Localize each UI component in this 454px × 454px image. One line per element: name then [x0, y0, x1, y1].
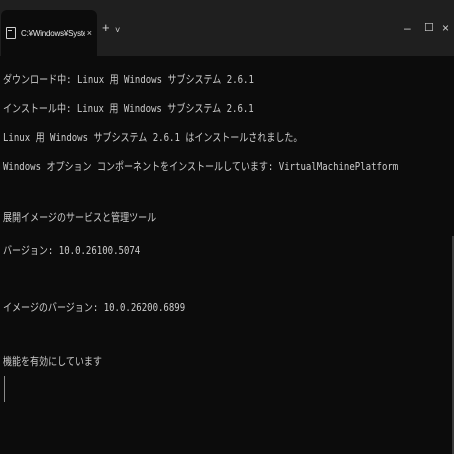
close-button[interactable]: ×	[442, 22, 449, 34]
terminal-line: ダウンロード中: Linux 用 Windows サブシステム 2.6.1	[3, 73, 254, 86]
terminal-line: Linux 用 Windows サブシステム 2.6.1 はインストールされまし…	[3, 131, 303, 144]
terminal-line: イメージのバージョン: 10.0.26200.6899	[3, 301, 186, 314]
terminal-line: バージョン: 10.0.26100.5074	[3, 244, 141, 257]
chevron-down-icon[interactable]: ˅	[115, 24, 120, 36]
terminal-output[interactable]: ダウンロード中: Linux 用 Windows サブシステム 2.6.1 イン…	[0, 56, 454, 454]
terminal-line: Windows オプション コンポーネントをインストールしています: Virtu…	[3, 160, 399, 173]
new-tab-button[interactable]: +	[102, 21, 110, 34]
maximize-button[interactable]: ☐	[424, 22, 434, 34]
text-cursor	[4, 376, 5, 402]
tab-wsl[interactable]: C:¥Windows¥System32¥wsl.ex ×	[1, 10, 97, 56]
minimize-button[interactable]: –	[404, 22, 411, 34]
terminal-line: インストール中: Linux 用 Windows サブシステム 2.6.1	[3, 102, 254, 115]
tab-close-button[interactable]: ×	[87, 28, 92, 38]
terminal-icon	[6, 27, 16, 39]
tab-title: C:¥Windows¥System32¥wsl.ex	[21, 28, 85, 38]
title-bar: C:¥Windows¥System32¥wsl.ex × + ˅ – ☐ ×	[0, 0, 454, 56]
terminal-line: 展開イメージのサービスと管理ツール	[3, 211, 157, 224]
terminal-line: 機能を有効にしています	[3, 355, 102, 368]
